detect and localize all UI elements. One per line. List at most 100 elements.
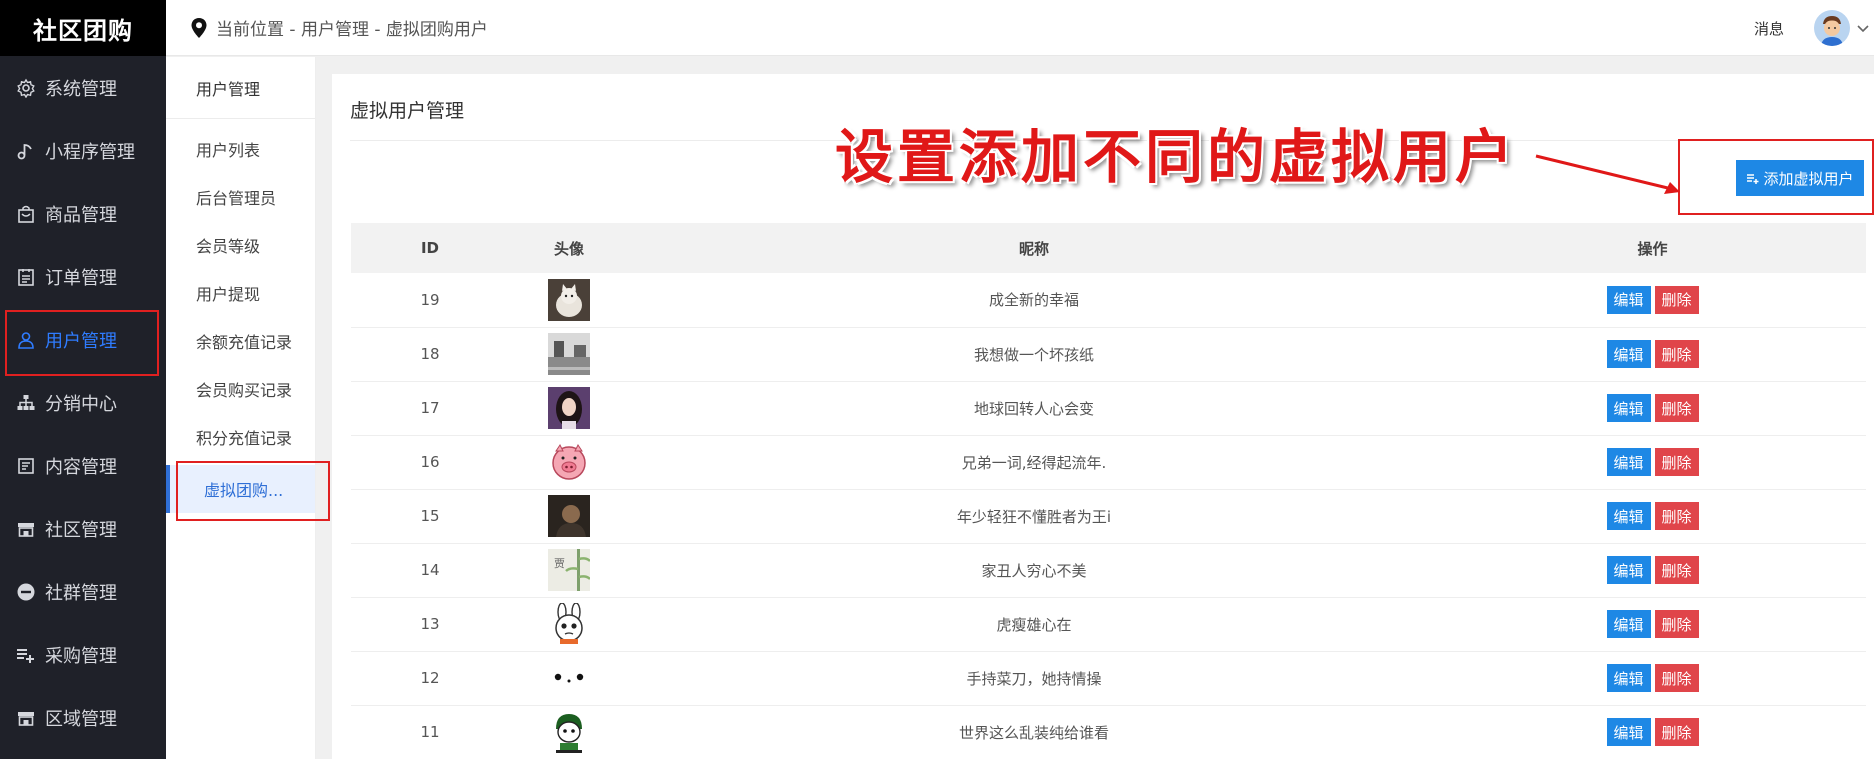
sidebar-item-4[interactable]: 用户管理 (0, 308, 166, 376)
row-nickname: 手持菜刀，她持情操 (629, 651, 1439, 706)
row-nickname: 世界这么乱装纯给谁看 (629, 705, 1439, 759)
table-row: 17 地球回转人心会变 编辑 删除 (351, 381, 1866, 436)
sidebar-item-label: 订单管理 (45, 267, 117, 289)
row-id: 14 (351, 543, 509, 598)
edit-button[interactable]: 编辑 (1606, 502, 1651, 530)
list-add-icon (1747, 174, 1759, 184)
row-avatar-cell (509, 381, 629, 436)
table-row: 12 手持菜刀，她持情操 编辑 删除 (351, 651, 1866, 706)
row-nickname: 家丑人穷心不美 (629, 543, 1439, 598)
edit-button[interactable]: 编辑 (1606, 340, 1651, 368)
row-nickname: 年少轻狂不懂胜者为王i (629, 489, 1439, 544)
sidebar-item-7[interactable]: 社区管理 (0, 497, 166, 560)
row-actions: 编辑 删除 (1439, 327, 1866, 382)
delete-button[interactable]: 删除 (1654, 610, 1699, 638)
subnav-title: 用户管理 (166, 57, 315, 119)
delete-button[interactable]: 删除 (1654, 285, 1699, 314)
location-pin-icon (191, 17, 207, 38)
subnav-item-1[interactable]: 后台管理员 (166, 173, 315, 221)
sidebar-item-5[interactable]: 分销中心 (0, 371, 166, 434)
row-nickname: 我想做一个坏孩纸 (629, 327, 1439, 382)
minus-circle-icon (15, 581, 37, 603)
subnav-item-4[interactable]: 余额充值记录 (166, 317, 315, 365)
delete-button[interactable]: 删除 (1654, 502, 1699, 530)
table-row: 15 年少轻狂不懂胜者为王i 编辑 删除 (351, 489, 1866, 544)
sidebar-item-label: 内容管理 (45, 456, 117, 478)
row-avatar-image: 贾 (548, 549, 590, 591)
sidebar-item-10[interactable]: 区域管理 (0, 686, 166, 749)
edit-button[interactable]: 编辑 (1606, 556, 1651, 584)
row-nickname: 兄弟一词,经得起流年. (629, 435, 1439, 490)
music-note-icon (15, 140, 37, 162)
sidebar-item-6[interactable]: 内容管理 (0, 434, 166, 497)
edit-button[interactable]: 编辑 (1606, 285, 1651, 314)
row-avatar-cell (509, 273, 629, 328)
sidebar: 社区团购 系统管理 小程序管理 商品管理 订单管理 用户管理 分销中心 内容管理 社区管理 社群… (0, 0, 166, 759)
subnav-item-7[interactable]: 虚拟团购... (166, 461, 330, 521)
sidebar-item-label: 区域管理 (45, 708, 117, 730)
edit-button[interactable]: 编辑 (1606, 718, 1651, 746)
user-avatar[interactable] (1814, 10, 1850, 46)
table-row: 14 贾家丑人穷心不美 编辑 删除 (351, 543, 1866, 598)
row-id: 17 (351, 381, 509, 436)
virtual-users-table: ID 头像 昵称 操作 19 成全新的幸福 编辑 删除 18 我想做一个坏孩纸 编辑 删除 17… (351, 223, 1866, 759)
sidebar-item-2[interactable]: 商品管理 (0, 182, 166, 245)
header-actions: 操作 (1637, 239, 1668, 258)
sidebar-item-label: 社区管理 (45, 519, 117, 541)
row-avatar-cell (509, 705, 629, 759)
table-body: 19 成全新的幸福 编辑 删除 18 我想做一个坏孩纸 编辑 删除 17 地球回转人心会变 编辑 删除… (351, 273, 1866, 759)
delete-button[interactable]: 删除 (1654, 664, 1699, 692)
edit-button[interactable]: 编辑 (1606, 610, 1651, 638)
row-actions: 编辑 删除 (1439, 543, 1866, 598)
sidebar-item-3[interactable]: 订单管理 (0, 245, 166, 308)
row-actions: 编辑 删除 (1439, 597, 1866, 652)
table-row: 19 成全新的幸福 编辑 删除 (351, 273, 1866, 328)
edit-button[interactable]: 编辑 (1606, 394, 1651, 422)
sidebar-item-label: 系统管理 (45, 78, 117, 100)
row-actions: 编辑 删除 (1439, 705, 1866, 759)
subnav-item-5[interactable]: 会员购买记录 (166, 365, 315, 413)
row-nickname: 地球回转人心会变 (629, 381, 1439, 436)
delete-button[interactable]: 删除 (1654, 340, 1699, 368)
delete-button[interactable]: 删除 (1654, 448, 1699, 476)
sidebar-item-9[interactable]: 采购管理 (0, 623, 166, 686)
clipboard-icon (15, 266, 37, 288)
row-avatar-cell (509, 435, 629, 490)
subnav-item-0[interactable]: 用户列表 (166, 125, 315, 173)
row-avatar-image (548, 387, 590, 429)
row-actions: 编辑 删除 (1439, 273, 1866, 328)
row-id: 13 (351, 597, 509, 652)
edit-button[interactable]: 编辑 (1606, 448, 1651, 476)
svg-text:贾: 贾 (554, 557, 565, 570)
table-row: 11 世界这么乱装纯给谁看 编辑 删除 (351, 705, 1866, 759)
delete-button[interactable]: 删除 (1654, 556, 1699, 584)
sidebar-item-0[interactable]: 系统管理 (0, 56, 166, 119)
add-virtual-user-button[interactable]: 添加虚拟用户 (1736, 160, 1864, 196)
table-header-row: ID 头像 昵称 操作 (351, 223, 1866, 273)
row-avatar-cell (509, 327, 629, 382)
delete-button[interactable]: 删除 (1654, 718, 1699, 746)
user-icon (15, 329, 37, 351)
breadcrumb-text: 当前位置 - 用户管理 - 虚拟团购用户 (216, 20, 488, 40)
sidebar-nav: 系统管理小程序管理 商品管理订单管理用户管理分销中心内容管理社区管理社群管理 采购管… (0, 56, 166, 749)
subnav-item-2[interactable]: 会员等级 (166, 221, 315, 269)
subnav-item-3[interactable]: 用户提现 (166, 269, 315, 317)
sidebar-item-8[interactable]: 社群管理 (0, 560, 166, 623)
sidebar-item-1[interactable]: 小程序管理 (0, 119, 166, 182)
delete-button[interactable]: 删除 (1654, 394, 1699, 422)
page-title: 虚拟用户管理 (350, 100, 465, 122)
row-id: 11 (351, 705, 509, 759)
row-actions: 编辑 删除 (1439, 435, 1866, 490)
subnav-item-6[interactable]: 积分充值记录 (166, 413, 315, 461)
chevron-down-icon[interactable] (1856, 21, 1870, 35)
row-avatar-cell (509, 597, 629, 652)
sidebar-item-label: 用户管理 (45, 330, 117, 352)
list-add-icon (15, 644, 37, 666)
row-avatar-image (548, 278, 590, 321)
edit-button[interactable]: 编辑 (1606, 664, 1651, 692)
gear-icon (15, 77, 37, 99)
messages-link[interactable]: 消息 (1754, 18, 1784, 39)
add-button-label: 添加虚拟用户 (1763, 170, 1854, 188)
store-icon (15, 518, 37, 540)
row-nickname: 虎瘦雄心在 (629, 597, 1439, 652)
